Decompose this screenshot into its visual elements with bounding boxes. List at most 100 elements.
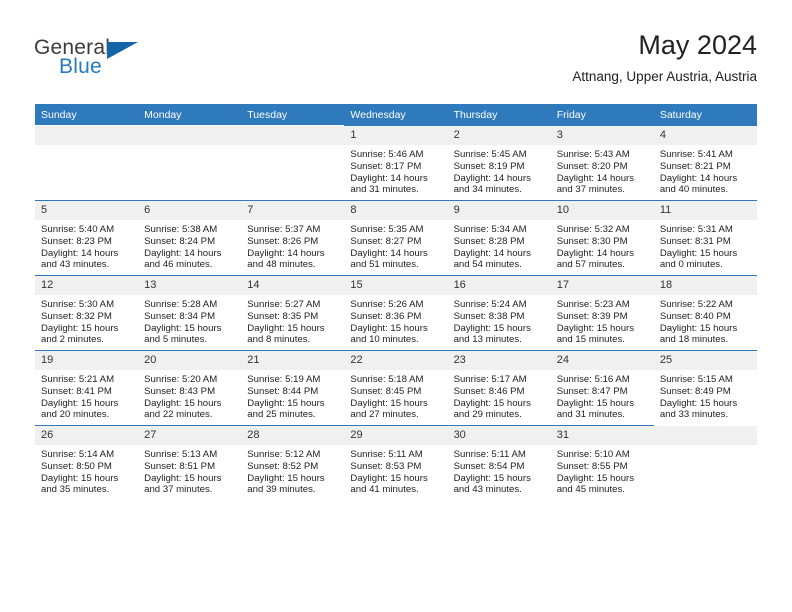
day-detail-line: Sunrise: 5:41 AM [659,149,733,160]
day-number: 19 [35,351,139,370]
calendar-day-cell[interactable]: 26 Sunrise: 5:14 AM Sunset: 8:50 PM Dayligh… [35,425,139,500]
day-details: Sunrise: 5:28 AM Sunset: 8:34 PM Daylight:… [138,295,241,346]
day-detail-line: Sunrise: 5:43 AM [556,149,630,160]
day-detail-line: and 45 minutes. [556,484,625,496]
day-details: Sunrise: 5:27 AM Sunset: 8:35 PM Daylight:… [241,295,344,346]
calendar-day-cell[interactable]: 2 Sunrise: 5:45 AM Sunset: 8:19 PM Daylight… [447,125,551,201]
calendar-day-cell[interactable]: 11 Sunrise: 5:31 AM Sunset: 8:31 PM Dayligh… [653,200,757,276]
day-detail-line: and 33 minutes. [659,409,729,421]
brand-logo[interactable]: General Blue [34,36,254,92]
weekday-header-friday: Friday [550,104,654,126]
calendar-day-cell[interactable]: 31 Sunrise: 5:10 AM Sunset: 8:55 PM Dayligh… [550,425,654,500]
calendar-table: Sunday Monday Tuesday Wednesday Thursday Frid… [35,104,757,500]
day-detail-line: Sunrise: 5:10 AM [556,449,630,460]
calendar-day-cell[interactable]: 9 Sunrise: 5:34 AM Sunset: 8:28 PM Daylight… [447,200,551,276]
calendar-empty-cell [138,125,242,201]
calendar-day-cell[interactable]: 30 Sunrise: 5:11 AM Sunset: 8:54 PM Dayligh… [447,425,551,500]
day-detail-line: Daylight: 15 hours [659,322,738,334]
calendar-day-cell[interactable]: 16 Sunrise: 5:24 AM Sunset: 8:38 PM Dayligh… [447,275,551,351]
day-detail-line: Sunset: 8:23 PM [41,235,112,247]
page-header: General Blue May 2024 Attnang, Upper Aus… [34,28,757,94]
day-details: Sunrise: 5:43 AM Sunset: 8:20 PM Daylight:… [551,145,654,196]
day-detail-line: Sunrise: 5:21 AM [41,374,115,385]
calendar-day-cell[interactable]: 5 Sunrise: 5:40 AM Sunset: 8:23 PM Daylight… [35,200,139,276]
day-detail-line: Sunrise: 5:20 AM [144,374,218,385]
day-detail-line: and 41 minutes. [350,484,419,496]
day-detail-line: and 37 minutes. [556,184,625,196]
calendar-day-cell[interactable]: 10 Sunrise: 5:32 AM Sunset: 8:30 PM Dayligh… [550,200,654,276]
day-detail-line: Sunrise: 5:37 AM [247,224,321,235]
day-details: Sunrise: 5:32 AM Sunset: 8:30 PM Daylight:… [551,220,654,271]
day-detail-line: Daylight: 14 hours [247,247,325,259]
calendar-day-cell[interactable]: 1 Sunrise: 5:46 AM Sunset: 8:17 PM Daylight… [344,125,448,201]
day-number: 30 [447,426,551,445]
day-detail-line: and 15 minutes. [556,334,625,346]
day-detail-line: Sunset: 8:38 PM [453,310,525,322]
calendar-day-cell[interactable]: 28 Sunrise: 5:12 AM Sunset: 8:52 PM Dayligh… [241,425,345,500]
day-detail-line: and 48 minutes. [247,259,316,271]
calendar-day-cell[interactable]: 13 Sunrise: 5:28 AM Sunset: 8:34 PM Dayligh… [138,275,242,351]
day-detail-line: Daylight: 15 hours [41,322,119,334]
day-detail-line: Sunrise: 5:11 AM [350,449,423,460]
calendar-day-cell[interactable]: 15 Sunrise: 5:26 AM Sunset: 8:36 PM Dayligh… [344,275,448,351]
calendar-day-cell[interactable]: 21 Sunrise: 5:19 AM Sunset: 8:44 PM Dayligh… [241,350,345,426]
calendar-day-cell[interactable]: 6 Sunrise: 5:38 AM Sunset: 8:24 PM Daylight… [138,200,242,276]
calendar-day-cell[interactable]: 3 Sunrise: 5:43 AM Sunset: 8:20 PM Daylight… [550,125,654,201]
day-number: 27 [138,426,242,445]
day-detail-line: and 39 minutes. [247,484,316,496]
day-details: Sunrise: 5:11 AM Sunset: 8:53 PM Daylight:… [344,445,447,496]
calendar-day-cell[interactable]: 4 Sunrise: 5:41 AM Sunset: 8:21 PM Daylight… [653,125,757,201]
day-detail-line: Sunrise: 5:23 AM [556,299,630,310]
day-number: 18 [653,276,757,295]
day-detail-line: Sunset: 8:40 PM [659,310,731,322]
day-detail-line: Daylight: 15 hours [556,472,635,484]
day-details: Sunrise: 5:13 AM Sunset: 8:51 PM Daylight:… [138,445,241,496]
calendar-day-cell[interactable]: 23 Sunrise: 5:17 AM Sunset: 8:46 PM Dayligh… [447,350,551,426]
calendar-day-cell[interactable]: 19 Sunrise: 5:21 AM Sunset: 8:41 PM Dayligh… [35,350,139,426]
day-number: 7 [241,201,345,220]
page-subtitle: Attnang, Upper Austria, Austria [572,69,757,84]
calendar-day-cell[interactable]: 18 Sunrise: 5:22 AM Sunset: 8:40 PM Dayligh… [653,275,757,351]
day-detail-line: Daylight: 15 hours [247,397,325,409]
calendar-day-cell[interactable]: 22 Sunrise: 5:18 AM Sunset: 8:45 PM Dayligh… [344,350,448,426]
day-number: 13 [138,276,242,295]
day-detail-line: Daylight: 14 hours [556,172,635,184]
day-detail-line: Daylight: 15 hours [144,472,222,484]
day-detail-line: Sunset: 8:53 PM [350,460,422,472]
day-detail-line: and 5 minutes. [144,334,208,346]
calendar-day-cell[interactable]: 29 Sunrise: 5:11 AM Sunset: 8:53 PM Dayligh… [344,425,448,500]
day-detail-line: Sunrise: 5:19 AM [247,374,321,385]
day-detail-line: Daylight: 15 hours [659,397,738,409]
calendar-day-cell[interactable]: 20 Sunrise: 5:20 AM Sunset: 8:43 PM Dayligh… [138,350,242,426]
day-detail-line: Sunrise: 5:45 AM [453,149,527,160]
triangle-icon [107,42,138,59]
day-details: Sunrise: 5:14 AM Sunset: 8:50 PM Daylight:… [35,445,138,496]
calendar-day-cell[interactable]: 27 Sunrise: 5:13 AM Sunset: 8:51 PM Dayligh… [138,425,242,500]
calendar-day-cell[interactable]: 25 Sunrise: 5:15 AM Sunset: 8:49 PM Dayligh… [653,350,757,426]
day-number: 9 [447,201,551,220]
calendar-page: General Blue May 2024 Attnang, Upper Aus… [0,0,792,612]
day-detail-line: and 34 minutes. [453,184,522,196]
calendar-day-cell[interactable]: 17 Sunrise: 5:23 AM Sunset: 8:39 PM Dayligh… [550,275,654,351]
day-number: 31 [550,426,654,445]
calendar-day-cell[interactable]: 7 Sunrise: 5:37 AM Sunset: 8:26 PM Daylight… [241,200,345,276]
day-details: Sunrise: 5:23 AM Sunset: 8:39 PM Daylight:… [551,295,654,346]
calendar-day-cell[interactable]: 8 Sunrise: 5:35 AM Sunset: 8:27 PM Daylight… [344,200,448,276]
day-detail-line: Daylight: 15 hours [144,397,222,409]
day-details: Sunrise: 5:35 AM Sunset: 8:27 PM Daylight:… [344,220,447,271]
day-detail-line: Daylight: 15 hours [350,322,428,334]
day-detail-line: Sunrise: 5:24 AM [453,299,527,310]
day-detail-line: Daylight: 15 hours [453,397,531,409]
day-detail-line: Sunrise: 5:17 AM [453,374,527,385]
day-detail-line: Sunset: 8:20 PM [556,160,628,172]
day-number: 1 [344,126,448,145]
day-detail-line: Sunrise: 5:27 AM [247,299,321,310]
day-number: 6 [138,201,242,220]
day-detail-line: and 10 minutes. [350,334,419,346]
day-number: 15 [344,276,448,295]
day-detail-line: and 18 minutes. [659,334,729,346]
calendar-day-cell[interactable]: 24 Sunrise: 5:16 AM Sunset: 8:47 PM Dayligh… [550,350,654,426]
day-detail-line: Sunset: 8:30 PM [556,235,628,247]
calendar-day-cell[interactable]: 12 Sunrise: 5:30 AM Sunset: 8:32 PM Dayligh… [35,275,139,351]
calendar-day-cell[interactable]: 14 Sunrise: 5:27 AM Sunset: 8:35 PM Dayligh… [241,275,345,351]
